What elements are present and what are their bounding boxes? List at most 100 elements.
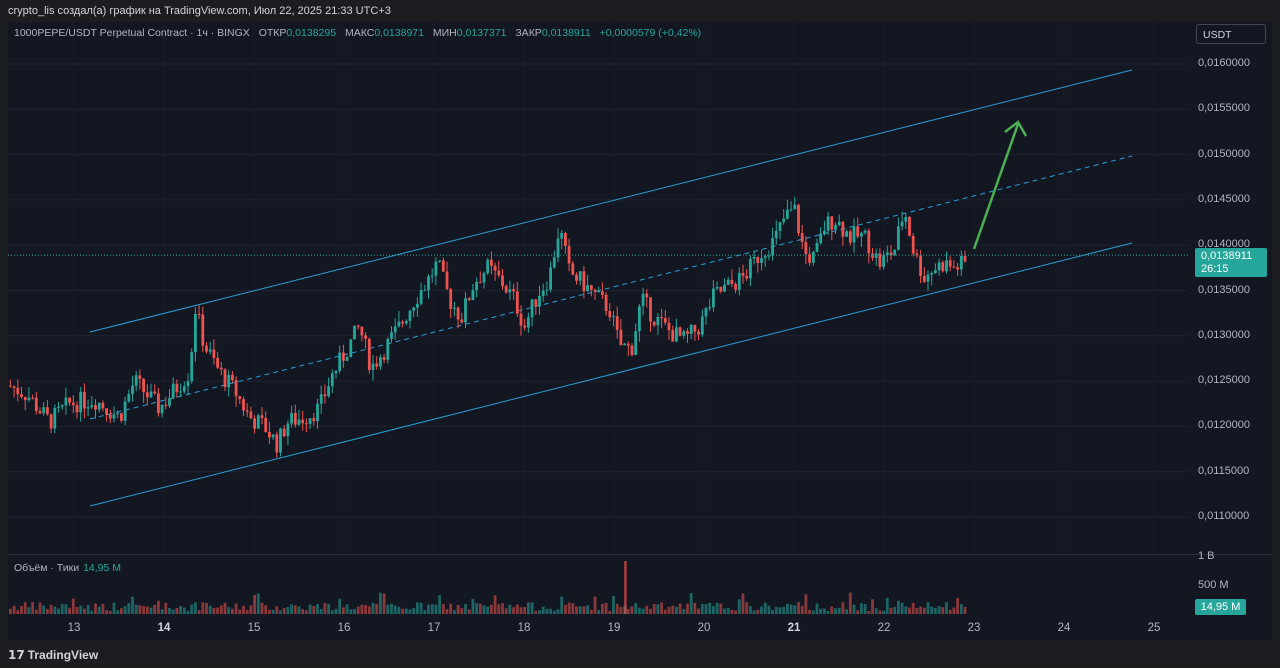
candle-body	[922, 275, 926, 282]
candle-body	[560, 233, 564, 239]
volume-bar	[478, 603, 482, 614]
candle-body	[704, 308, 708, 317]
channel-median-line	[89, 155, 1133, 420]
volume-bar	[741, 593, 745, 614]
candle-body	[641, 293, 645, 307]
candle-body	[75, 405, 79, 413]
price-axis-label: 0,0160000	[1198, 57, 1250, 69]
candle-body	[538, 296, 541, 307]
candle-body	[116, 413, 120, 415]
candle-body	[68, 397, 71, 403]
candle-body	[608, 311, 612, 318]
candle-body	[330, 373, 334, 387]
tradingview-logo-icon: 𝟭𝟳	[8, 648, 25, 662]
volume-bar	[937, 605, 941, 614]
candle-body	[556, 238, 560, 258]
volume-bar	[700, 604, 704, 614]
volume-bar	[815, 603, 819, 614]
volume-bar	[245, 610, 249, 614]
volume-bar	[382, 593, 386, 614]
forecast-arrow-line	[972, 123, 1020, 250]
pane-divider[interactable]	[8, 554, 1272, 555]
candle-body	[464, 298, 467, 323]
volume-bar	[9, 608, 12, 614]
candle-body	[663, 318, 667, 323]
volume-bar	[560, 596, 564, 614]
candle-body	[841, 221, 845, 237]
candle-body	[963, 256, 967, 262]
volume-bar	[123, 606, 127, 614]
volume-bar	[175, 608, 179, 614]
volume-bar	[567, 602, 571, 614]
volume-bar	[53, 606, 57, 614]
candle-body	[715, 286, 719, 289]
candle-body	[438, 260, 441, 262]
volume-bar	[145, 606, 149, 614]
symbol-legend: 1000PEPE/USDT Perpetual Contract · 1ч · …	[14, 27, 701, 39]
candle-body	[508, 289, 512, 293]
candle-body	[956, 267, 959, 270]
volume-bar	[390, 603, 393, 614]
volume-bar	[375, 603, 379, 614]
candle-body	[223, 369, 227, 388]
volume-bar	[819, 608, 823, 614]
volume-bar	[371, 602, 375, 614]
candle-body	[708, 307, 712, 309]
tradingview-brand[interactable]: 𝟭𝟳 TradingView	[8, 648, 98, 662]
chart-canvas[interactable]	[8, 22, 1272, 640]
volume-label[interactable]: Объём · Тики	[14, 562, 79, 574]
candle-body	[578, 271, 582, 281]
candle-body	[830, 216, 834, 230]
volume-bar	[138, 605, 142, 614]
candle-body	[282, 428, 286, 437]
chart-window[interactable]: 1000PEPE/USDT Perpetual Contract · 1ч · …	[8, 22, 1272, 640]
volume-bar	[16, 610, 20, 614]
candle-body	[789, 209, 793, 211]
candle-body	[112, 414, 116, 419]
candle-body	[893, 249, 897, 256]
volume-bar	[364, 605, 367, 614]
time-axis-label: 17	[427, 622, 441, 634]
volume-bar	[649, 608, 652, 614]
volume-bar	[508, 604, 512, 614]
volume-bar	[497, 604, 501, 614]
candle-body	[375, 363, 379, 367]
volume-bar	[634, 603, 638, 614]
volume-bar	[893, 607, 897, 614]
volume-bar	[249, 605, 253, 614]
volume-bar	[774, 606, 778, 614]
currency-selector[interactable]: USDT	[1196, 24, 1266, 44]
volume-bar	[534, 610, 538, 614]
volume-legend: Объём · Тики 14,95 M	[14, 562, 121, 574]
symbol-name[interactable]: 1000PEPE/USDT Perpetual Contract · 1ч · …	[14, 27, 250, 39]
candle-body	[86, 407, 90, 409]
volume-bar	[867, 610, 871, 614]
volume-bar	[845, 609, 848, 614]
candle-body	[782, 218, 786, 223]
volume-bar	[264, 605, 268, 614]
volume-bar	[734, 610, 737, 614]
volume-bar	[941, 607, 945, 614]
candle-body	[268, 432, 271, 438]
volume-bar	[419, 602, 423, 614]
volume-bar	[64, 604, 68, 614]
candle-body	[219, 367, 223, 370]
volume-bar	[586, 605, 589, 614]
candle-body	[626, 343, 630, 346]
candle-body	[256, 415, 260, 429]
volume-bar	[945, 602, 948, 614]
candle-body	[38, 411, 42, 414]
candle-body	[245, 410, 249, 412]
volume-bar	[667, 606, 671, 614]
volume-bar	[293, 605, 297, 614]
candle-body	[767, 255, 771, 257]
candle-body	[94, 405, 97, 410]
volume-bar	[271, 609, 275, 614]
volume-bar	[889, 607, 893, 614]
volume-bar	[663, 609, 667, 614]
candle-body	[190, 352, 194, 382]
low-value: 0,0137371	[456, 27, 507, 39]
volume-bar	[693, 602, 697, 614]
volume-bar	[752, 610, 756, 614]
volume-bar	[490, 604, 493, 614]
